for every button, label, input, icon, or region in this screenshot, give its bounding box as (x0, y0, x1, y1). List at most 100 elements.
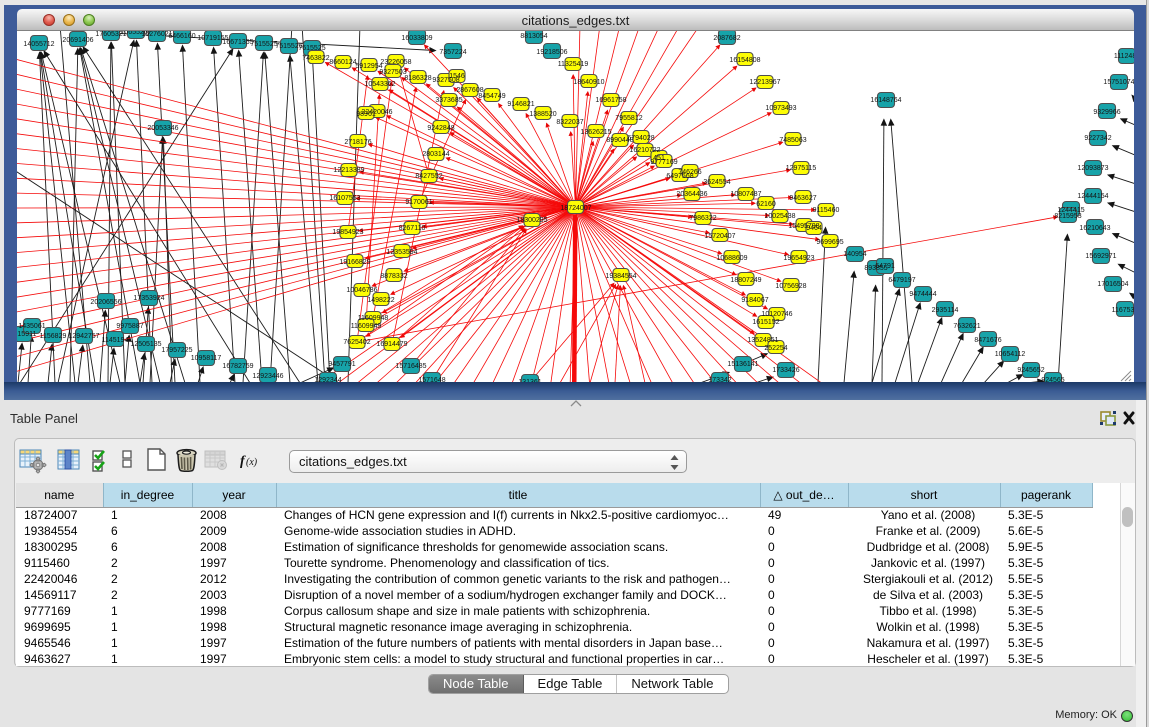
svg-text:8215953: 8215953 (1054, 213, 1081, 220)
svg-text:1546: 1546 (449, 73, 465, 80)
svg-text:1733426: 1733426 (772, 367, 799, 374)
svg-text:7632621: 7632621 (953, 323, 980, 330)
svg-text:16914479: 16914479 (376, 341, 407, 348)
svg-text:1145194: 1145194 (102, 337, 129, 344)
svg-text:12353594: 12353594 (386, 249, 417, 256)
svg-text:2803144: 2803144 (422, 151, 449, 158)
svg-text:19384554: 19384554 (605, 273, 636, 280)
svg-text:6466160: 6466160 (168, 33, 195, 40)
svg-text:19854923: 19854923 (332, 229, 363, 236)
svg-text:12444154: 12444154 (1077, 193, 1108, 200)
svg-text:131361: 131361 (518, 379, 541, 382)
svg-text:18300295: 18300295 (516, 217, 547, 224)
svg-text:64791: 64791 (875, 263, 895, 270)
svg-text:16671355: 16671355 (222, 39, 253, 46)
svg-text:8322037: 8322037 (556, 119, 583, 126)
svg-text:10654112: 10654112 (995, 351, 1026, 358)
svg-text:16961758: 16961758 (595, 97, 626, 104)
svg-text:252254: 252254 (764, 345, 787, 352)
svg-text:1292344: 1292344 (314, 377, 341, 382)
svg-text:13626215: 13626215 (580, 129, 611, 136)
svg-text:1388520: 1388520 (529, 111, 556, 118)
svg-text:3373685: 3373685 (435, 97, 462, 104)
svg-text:1571648: 1571648 (418, 377, 445, 382)
svg-text:62160: 62160 (756, 201, 776, 208)
svg-text:2935114: 2935114 (932, 307, 959, 314)
svg-text:17016504: 17016504 (1097, 281, 1128, 288)
svg-text:18807249: 18807249 (730, 277, 761, 284)
svg-text:8186328: 8186328 (404, 75, 431, 82)
svg-text:9975887: 9975887 (116, 323, 143, 330)
svg-text:16107553: 16107553 (329, 195, 360, 202)
svg-text:7463822: 7463822 (302, 55, 329, 62)
svg-text:8427552: 8427552 (415, 173, 442, 180)
svg-text:7615525: 7615525 (298, 45, 325, 52)
svg-text:3624554: 3624554 (703, 179, 730, 186)
svg-text:2087682: 2087682 (713, 35, 740, 42)
svg-text:1112480: 1112480 (1114, 53, 1134, 60)
svg-text:9242848: 9242848 (427, 125, 454, 132)
svg-text:98961: 98961 (356, 111, 376, 118)
svg-text:9329966: 9329966 (1093, 109, 1120, 116)
svg-text:11609948: 11609948 (358, 315, 389, 322)
svg-text:12093873: 12093873 (1077, 165, 1108, 172)
svg-text:10543362: 10543362 (364, 81, 395, 88)
svg-text:140954: 140954 (843, 251, 866, 258)
svg-text:9146821: 9146821 (507, 101, 534, 108)
svg-text:9699695: 9699695 (816, 239, 843, 246)
svg-text:1156829: 1156829 (40, 333, 67, 340)
svg-text:16154808: 16154808 (729, 57, 760, 64)
svg-text:16782759: 16782759 (222, 363, 253, 370)
svg-text:1615152: 1615152 (752, 319, 779, 326)
svg-text:7625402: 7625402 (343, 339, 370, 346)
svg-text:173342: 173342 (708, 377, 731, 382)
svg-text:12213389: 12213389 (333, 167, 364, 174)
svg-text:9184067: 9184067 (741, 297, 768, 304)
svg-text:1498222: 1498222 (367, 297, 394, 304)
svg-text:18640910: 18640910 (573, 79, 604, 86)
svg-text:9327503: 9327503 (379, 69, 406, 76)
svg-text:924565: 924565 (1041, 377, 1064, 382)
svg-text:16210643: 16210643 (1079, 225, 1110, 232)
svg-text:12505135: 12505135 (130, 341, 161, 348)
svg-text:16033809: 16033809 (401, 35, 432, 42)
svg-text:1435061: 1435061 (18, 323, 45, 330)
svg-text:15692971: 15692971 (1085, 253, 1116, 260)
svg-text:12975115: 12975115 (786, 165, 817, 172)
svg-text:10756928: 10756928 (775, 283, 806, 290)
svg-text:9115460: 9115460 (813, 207, 840, 214)
svg-text:12213967: 12213967 (749, 79, 780, 86)
svg-text:15716485: 15716485 (395, 363, 426, 370)
svg-text:7515525: 7515525 (250, 41, 277, 48)
svg-text:10807487: 10807487 (730, 191, 761, 198)
svg-text:16210722: 16210722 (629, 147, 660, 154)
svg-text:8660124: 8660124 (329, 59, 356, 66)
svg-text:9227342: 9227342 (1084, 135, 1111, 142)
svg-text:8267110: 8267110 (399, 225, 426, 232)
svg-text:9474444: 9474444 (909, 291, 936, 298)
svg-text:15720407: 15720407 (704, 233, 735, 240)
svg-text:10973493: 10973493 (765, 105, 796, 112)
svg-text:12942757: 12942757 (68, 333, 99, 340)
svg-text:17957225: 17957225 (161, 347, 192, 354)
svg-text:17353924: 17353924 (133, 295, 164, 302)
svg-text:9245652: 9245652 (1017, 367, 1044, 374)
svg-text:19166829: 19166829 (339, 259, 370, 266)
svg-text:6794028: 6794028 (627, 135, 654, 142)
svg-text:20691406: 20691406 (62, 37, 93, 44)
svg-text:8454749: 8454749 (478, 93, 505, 100)
svg-text:19218506: 19218506 (536, 49, 567, 56)
svg-text:7986322: 7986322 (689, 215, 716, 222)
svg-text:9777169: 9777169 (650, 159, 677, 166)
svg-text:20053346: 20053346 (147, 125, 178, 132)
svg-text:2718176: 2718176 (344, 139, 371, 146)
svg-text:9170061: 9170061 (405, 199, 432, 206)
svg-text:15136141: 15136141 (727, 361, 758, 368)
svg-text:10025438: 10025438 (764, 213, 795, 220)
svg-text:14055712: 14055712 (23, 41, 54, 48)
svg-text:8813054: 8813054 (520, 33, 547, 40)
svg-text:13524851: 13524851 (747, 337, 778, 344)
svg-text:10046786: 10046786 (346, 287, 377, 294)
svg-text:20364436: 20364436 (676, 191, 707, 198)
svg-text:3915911: 3915911 (17, 331, 36, 338)
